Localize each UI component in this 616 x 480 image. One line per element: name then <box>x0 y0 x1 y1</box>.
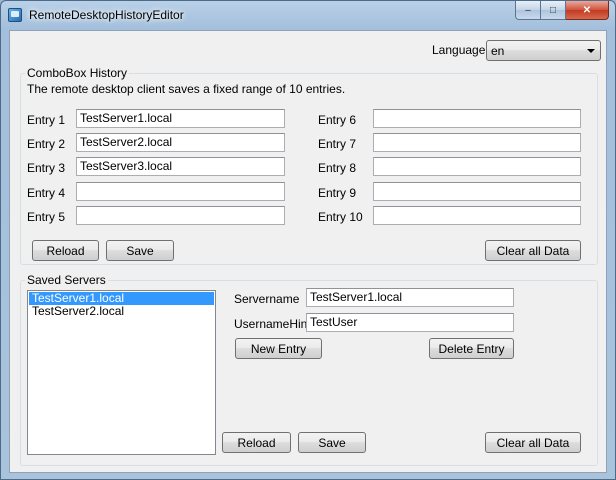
saved-servers-title: Saved Servers <box>25 273 108 287</box>
minimize-icon: – <box>525 4 531 16</box>
servers-save-button[interactable]: Save <box>298 432 366 453</box>
username-hint-label: UsernameHint <box>234 317 311 331</box>
new-entry-button[interactable]: New Entry <box>235 338 322 359</box>
server-list-item[interactable]: TestServer2.local <box>29 305 214 318</box>
language-selected-value: en <box>491 44 505 58</box>
entry-3-field[interactable]: TestServer3.local <box>76 157 285 176</box>
servername-label: Servername <box>234 292 300 306</box>
chevron-down-icon <box>587 49 595 53</box>
entry-7-field[interactable] <box>373 133 581 152</box>
entry-6-label: Entry 6 <box>318 113 357 127</box>
entry-10-field[interactable] <box>373 206 581 225</box>
minimize-button[interactable]: – <box>515 1 541 20</box>
client-area: Language en ComboBox History The remote … <box>9 30 607 473</box>
app-icon <box>8 8 22 22</box>
combobox-history-description: The remote desktop client saves a fixed … <box>27 82 346 96</box>
servers-reload-button[interactable]: Reload <box>222 432 291 453</box>
combobox-history-title: ComboBox History <box>25 66 130 80</box>
entry-3-label: Entry 3 <box>27 161 66 175</box>
saved-servers-list[interactable]: TestServer1.local TestServer2.local <box>27 290 216 455</box>
entry-7-label: Entry 7 <box>318 137 357 151</box>
maximize-button[interactable]: □ <box>541 1 566 20</box>
close-button[interactable]: ✕ <box>566 1 609 20</box>
history-save-button[interactable]: Save <box>106 240 174 261</box>
entry-9-field[interactable] <box>373 182 581 201</box>
maximize-icon: □ <box>549 4 557 16</box>
entry-2-field[interactable]: TestServer2.local <box>76 133 285 152</box>
entry-2-label: Entry 2 <box>27 137 66 151</box>
entry-5-label: Entry 5 <box>27 210 66 224</box>
close-icon: ✕ <box>582 4 592 16</box>
delete-entry-button[interactable]: Delete Entry <box>429 338 514 359</box>
entry-10-label: Entry 10 <box>318 210 363 224</box>
servers-clear-all-button[interactable]: Clear all Data <box>485 432 581 453</box>
entry-1-label: Entry 1 <box>27 113 66 127</box>
title-bar[interactable]: RemoteDesktopHistoryEditor – □ ✕ <box>1 1 615 29</box>
history-clear-all-button[interactable]: Clear all Data <box>485 240 581 261</box>
entry-5-field[interactable] <box>76 206 285 225</box>
caption-buttons: – □ ✕ <box>515 1 609 21</box>
language-select[interactable]: en <box>486 40 601 61</box>
app-window: RemoteDesktopHistoryEditor – □ ✕ Languag… <box>0 0 616 480</box>
entry-4-field[interactable] <box>76 182 285 201</box>
entry-6-field[interactable] <box>373 109 581 128</box>
entry-9-label: Entry 9 <box>318 186 357 200</box>
servername-field[interactable]: TestServer1.local <box>306 288 514 307</box>
entry-1-field[interactable]: TestServer1.local <box>76 109 285 128</box>
language-label: Language <box>432 43 486 57</box>
entry-4-label: Entry 4 <box>27 186 66 200</box>
username-hint-field[interactable]: TestUser <box>306 313 514 332</box>
window-title: RemoteDesktopHistoryEditor <box>29 8 184 22</box>
entry-8-label: Entry 8 <box>318 161 357 175</box>
entry-8-field[interactable] <box>373 157 581 176</box>
history-reload-button[interactable]: Reload <box>32 240 99 261</box>
